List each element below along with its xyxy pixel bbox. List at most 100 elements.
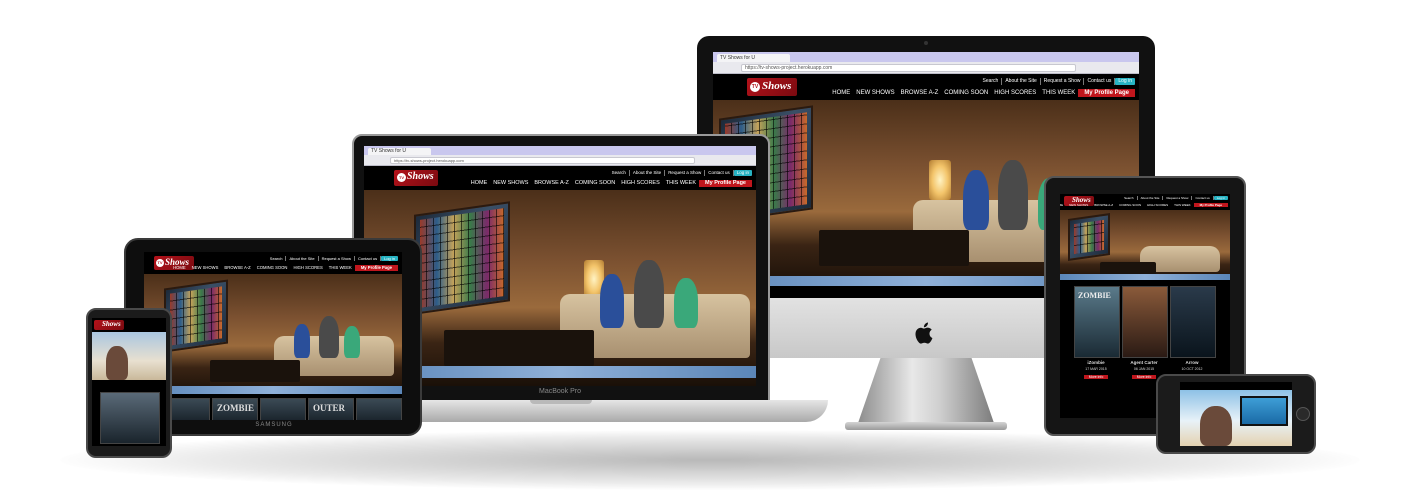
poster-card[interactable] (1122, 286, 1168, 358)
poster-card[interactable]: OUTER (308, 398, 354, 420)
hero-image (92, 332, 166, 380)
hero-tv-screen (1240, 396, 1288, 426)
nav-about[interactable]: About the Site (286, 256, 319, 261)
logo-text: Shows (407, 171, 434, 182)
nav-search[interactable]: Search (267, 256, 287, 261)
nav-coming-soon[interactable]: COMING SOON (254, 265, 291, 271)
hero-lamp (929, 160, 951, 200)
nav-coming-soon[interactable]: COMING SOON (1116, 203, 1144, 207)
nav-new-shows[interactable]: NEW SHOWS (853, 89, 897, 97)
nav-home[interactable]: HOME (829, 89, 853, 97)
hero-table (210, 360, 300, 382)
nav-contact[interactable]: Contact us (1192, 196, 1214, 200)
nav-coming-soon[interactable]: COMING SOON (572, 180, 618, 187)
nav-home[interactable]: HOME (170, 265, 189, 271)
site-logo[interactable]: Shows (94, 320, 124, 330)
poster-card[interactable] (356, 398, 402, 420)
login-button[interactable]: Log in (1213, 196, 1228, 200)
poster-card[interactable] (260, 398, 306, 420)
logo-badge: TV (397, 173, 406, 182)
nav-browse[interactable]: BROWSE A-Z (531, 180, 572, 187)
profile-button[interactable]: My Profile Page (1193, 203, 1228, 207)
nav-high-scores[interactable]: HIGH SCORES (991, 89, 1039, 97)
phone-portrait: Shows (86, 308, 172, 458)
nav-request[interactable]: Request a Show (1041, 78, 1085, 85)
nav-about[interactable]: About the Site (1002, 78, 1041, 85)
top-nav: Search About the Site Request a Show Con… (1121, 196, 1228, 200)
phone-landscape (1156, 374, 1316, 454)
nav-new-shows[interactable]: NEW SHOWS (1066, 203, 1091, 207)
nav-request[interactable]: Request a Show (319, 256, 355, 261)
laptop-browser-toolbar: https://tv-shows-project.herokuapp.com (364, 155, 756, 166)
webcam-icon (924, 41, 928, 45)
profile-button[interactable]: My Profile Page (1078, 89, 1135, 97)
home-button-icon[interactable] (1296, 407, 1310, 421)
poster-card[interactable]: ZOMBIE (212, 398, 258, 420)
nav-coming-soon[interactable]: COMING SOON (941, 89, 991, 97)
nav-contact[interactable]: Contact us (705, 170, 734, 176)
logo-badge: TV (156, 259, 164, 267)
hero-tv-wall (414, 201, 510, 315)
nav-about[interactable]: About the Site (630, 170, 666, 176)
main-nav: HOME NEW SHOWS BROWSE A-Z COMING SOON HI… (1060, 203, 1228, 207)
profile-button[interactable]: My Profile Page (699, 180, 752, 187)
nav-browse[interactable]: BROWSE A-Z (898, 89, 942, 97)
poster-card[interactable] (100, 392, 160, 444)
more-info-button[interactable]: More info (1132, 375, 1156, 379)
nav-this-week[interactable]: THIS WEEK (663, 180, 699, 187)
hero-person (1200, 406, 1232, 446)
profile-button[interactable]: My Profile Page (354, 265, 398, 271)
nav-new-shows[interactable]: NEW SHOWS (490, 180, 531, 187)
nav-high-scores[interactable]: HIGH SCORES (618, 180, 663, 187)
laptop-screen: TV Shows for U https://tv-shows-project.… (364, 146, 756, 386)
hero-person (344, 326, 360, 358)
login-button[interactable]: Log in (1115, 78, 1135, 85)
site-logo[interactable]: TV Shows (394, 170, 438, 186)
laptop-brand: MacBook Pro (538, 388, 582, 395)
nav-this-week[interactable]: THIS WEEK (326, 265, 355, 271)
phone-portrait-screen: Shows (92, 318, 166, 446)
login-button[interactable]: Log in (381, 256, 398, 261)
imac-browser-tab[interactable]: TV Shows for U (717, 54, 790, 62)
laptop-address-bar[interactable]: https://tv-shows-project.herokuapp.com (390, 157, 695, 164)
more-info-button[interactable]: More info (1084, 375, 1108, 379)
hero-image (144, 274, 402, 394)
nav-new-shows[interactable]: NEW SHOWS (189, 265, 222, 271)
main-nav: HOME NEW SHOWS BROWSE A-Z COMING SOON HI… (170, 265, 398, 271)
top-nav: Search About the Site Request a Show Con… (609, 170, 752, 176)
nav-about[interactable]: About the Site (1138, 196, 1164, 200)
imac-browser-toolbar: https://tv-shows-project.herokuapp.com (713, 62, 1139, 74)
tablet-landscape-brand: SAMSUNG (255, 422, 293, 428)
main-nav: HOME NEW SHOWS BROWSE A-Z COMING SOON HI… (829, 89, 1135, 97)
nav-this-week[interactable]: THIS WEEK (1171, 203, 1194, 207)
hero-image (1060, 210, 1230, 280)
poster-card[interactable]: ZOMBIE (1074, 286, 1120, 358)
nav-contact[interactable]: Contact us (355, 256, 382, 261)
poster-card[interactable] (1170, 286, 1216, 358)
hero-tv-wall (164, 279, 228, 353)
nav-contact[interactable]: Contact us (1084, 78, 1116, 85)
hero-person (600, 274, 624, 328)
hero-person (998, 160, 1028, 230)
hero-image (1180, 390, 1292, 446)
nav-browse[interactable]: BROWSE A-Z (221, 265, 253, 271)
nav-browse[interactable]: BROWSE A-Z (1091, 203, 1116, 207)
top-nav: Search About the Site Request a Show Con… (267, 256, 398, 261)
nav-this-week[interactable]: THIS WEEK (1039, 89, 1078, 97)
nav-high-scores[interactable]: HIGH SCORES (290, 265, 325, 271)
nav-search[interactable]: Search (980, 78, 1003, 85)
laptop-browser-tab[interactable]: TV Shows for U (368, 148, 431, 155)
imac-stand-base (845, 422, 1007, 430)
imac-address-bar[interactable]: https://tv-shows-project.herokuapp.com (741, 64, 1076, 72)
phone-landscape-screen (1180, 382, 1292, 446)
nav-search[interactable]: Search (609, 170, 630, 176)
hero-tv-wall (1068, 213, 1110, 261)
nav-search[interactable]: Search (1121, 196, 1138, 200)
nav-high-scores[interactable]: HIGH SCORES (1144, 203, 1171, 207)
hero-person (294, 324, 310, 358)
site-logo[interactable]: TV Shows (747, 78, 797, 96)
nav-home[interactable]: HOME (468, 180, 491, 187)
nav-request[interactable]: Request a Show (665, 170, 706, 176)
login-button[interactable]: Log in (733, 170, 752, 176)
nav-request[interactable]: Request a Show (1163, 196, 1193, 200)
